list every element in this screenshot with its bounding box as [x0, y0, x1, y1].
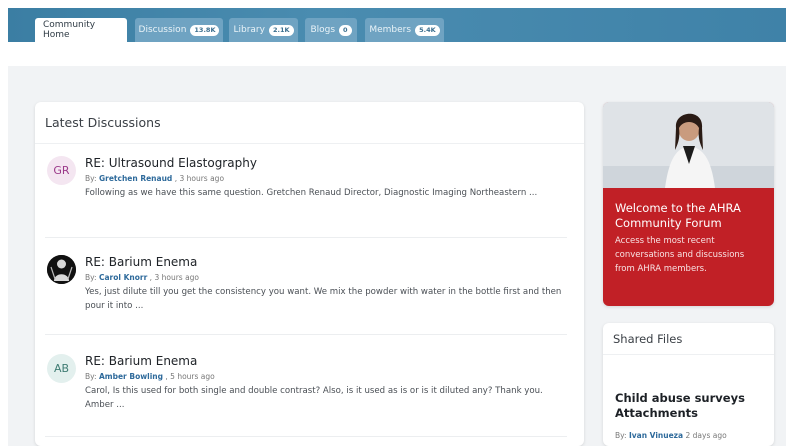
tab-label: Community Home: [43, 20, 96, 40]
divider: [45, 334, 567, 335]
hero-title: Welcome to the AHRA Community Forum: [615, 201, 741, 230]
post-meta: By: Carol Knorr , 3 hours ago: [85, 273, 573, 282]
by-label: By:: [615, 431, 627, 440]
post-excerpt: Following as we have this same question.…: [85, 188, 538, 198]
tab-community-home[interactable]: Community Home: [35, 18, 127, 42]
hero-description: Access the most recent conversations and…: [615, 236, 745, 274]
discussion-title-link[interactable]: RE: Ultrasound Elastography: [85, 156, 573, 170]
tab-library[interactable]: Library 2.1K: [229, 18, 298, 42]
tab-blogs[interactable]: Blogs 0: [305, 18, 357, 42]
card-title: Shared Files: [603, 323, 774, 355]
avatar[interactable]: AB: [47, 354, 76, 383]
file-time: 2 days ago: [685, 431, 727, 440]
discussion-item[interactable]: RE: Barium Enema By: Carol Knorr , 3 hou…: [45, 255, 573, 325]
post-time: , 3 hours ago: [149, 273, 200, 282]
author-link[interactable]: Carol Knorr: [99, 273, 147, 282]
author-link[interactable]: Gretchen Renaud: [99, 174, 172, 183]
post-meta: By: Amber Bowling , 5 hours ago: [85, 372, 573, 381]
count-badge: 0: [339, 24, 352, 36]
tab-label: Members: [369, 25, 412, 35]
file-meta: By: Ivan Vinueza 2 days ago: [615, 431, 727, 440]
post-meta: By: Gretchen Renaud , 3 hours ago: [85, 174, 573, 183]
tab-label: Library: [233, 25, 265, 35]
discussion-title-link[interactable]: RE: Barium Enema: [85, 354, 573, 368]
divider: [45, 237, 567, 238]
file-title-link[interactable]: Child abuse surveys Attachments: [615, 391, 765, 421]
post-excerpt: Yes, just dilute till you get the consis…: [85, 287, 562, 311]
discussion-item[interactable]: GR RE: Ultrasound Elastography By: Gretc…: [45, 156, 573, 226]
community-tab-bar: Community Home Discussion 13.8K Library …: [8, 8, 786, 42]
count-badge: 2.1K: [268, 24, 294, 36]
welcome-banner[interactable]: Welcome to the AHRA Community Forum Acce…: [603, 102, 774, 306]
tab-members[interactable]: Members 5.4K: [365, 18, 444, 42]
avatar[interactable]: [47, 255, 76, 284]
by-label: By:: [85, 273, 97, 282]
by-label: By:: [85, 372, 97, 381]
post-time: , 5 hours ago: [165, 372, 215, 381]
by-label: By:: [85, 174, 97, 183]
author-link[interactable]: Amber Bowling: [99, 372, 163, 381]
count-badge: 13.8K: [190, 24, 220, 36]
tab-discussion[interactable]: Discussion 13.8K: [135, 18, 223, 42]
discussion-item[interactable]: AB RE: Barium Enema By: Amber Bowling , …: [45, 354, 573, 424]
discussion-title-link[interactable]: RE: Barium Enema: [85, 255, 573, 269]
post-time: , 3 hours ago: [174, 174, 225, 183]
post-excerpt: Carol, Is this used for both single and …: [85, 386, 543, 410]
avatar[interactable]: GR: [47, 156, 76, 185]
latest-discussions-card: Latest Discussions GR RE: Ultrasound Ela…: [35, 102, 584, 446]
person-photo-icon: [603, 102, 774, 188]
tab-label: Blogs: [310, 25, 336, 35]
tab-label: Discussion: [138, 25, 187, 35]
divider: [45, 436, 567, 437]
card-title: Latest Discussions: [35, 102, 584, 144]
shared-files-card: Shared Files Child abuse surveys Attachm…: [603, 323, 774, 446]
hero-photo: [603, 102, 774, 188]
author-link[interactable]: Ivan Vinueza: [629, 431, 683, 440]
count-badge: 5.4K: [415, 24, 440, 36]
avatar-photo-icon: [47, 255, 76, 284]
